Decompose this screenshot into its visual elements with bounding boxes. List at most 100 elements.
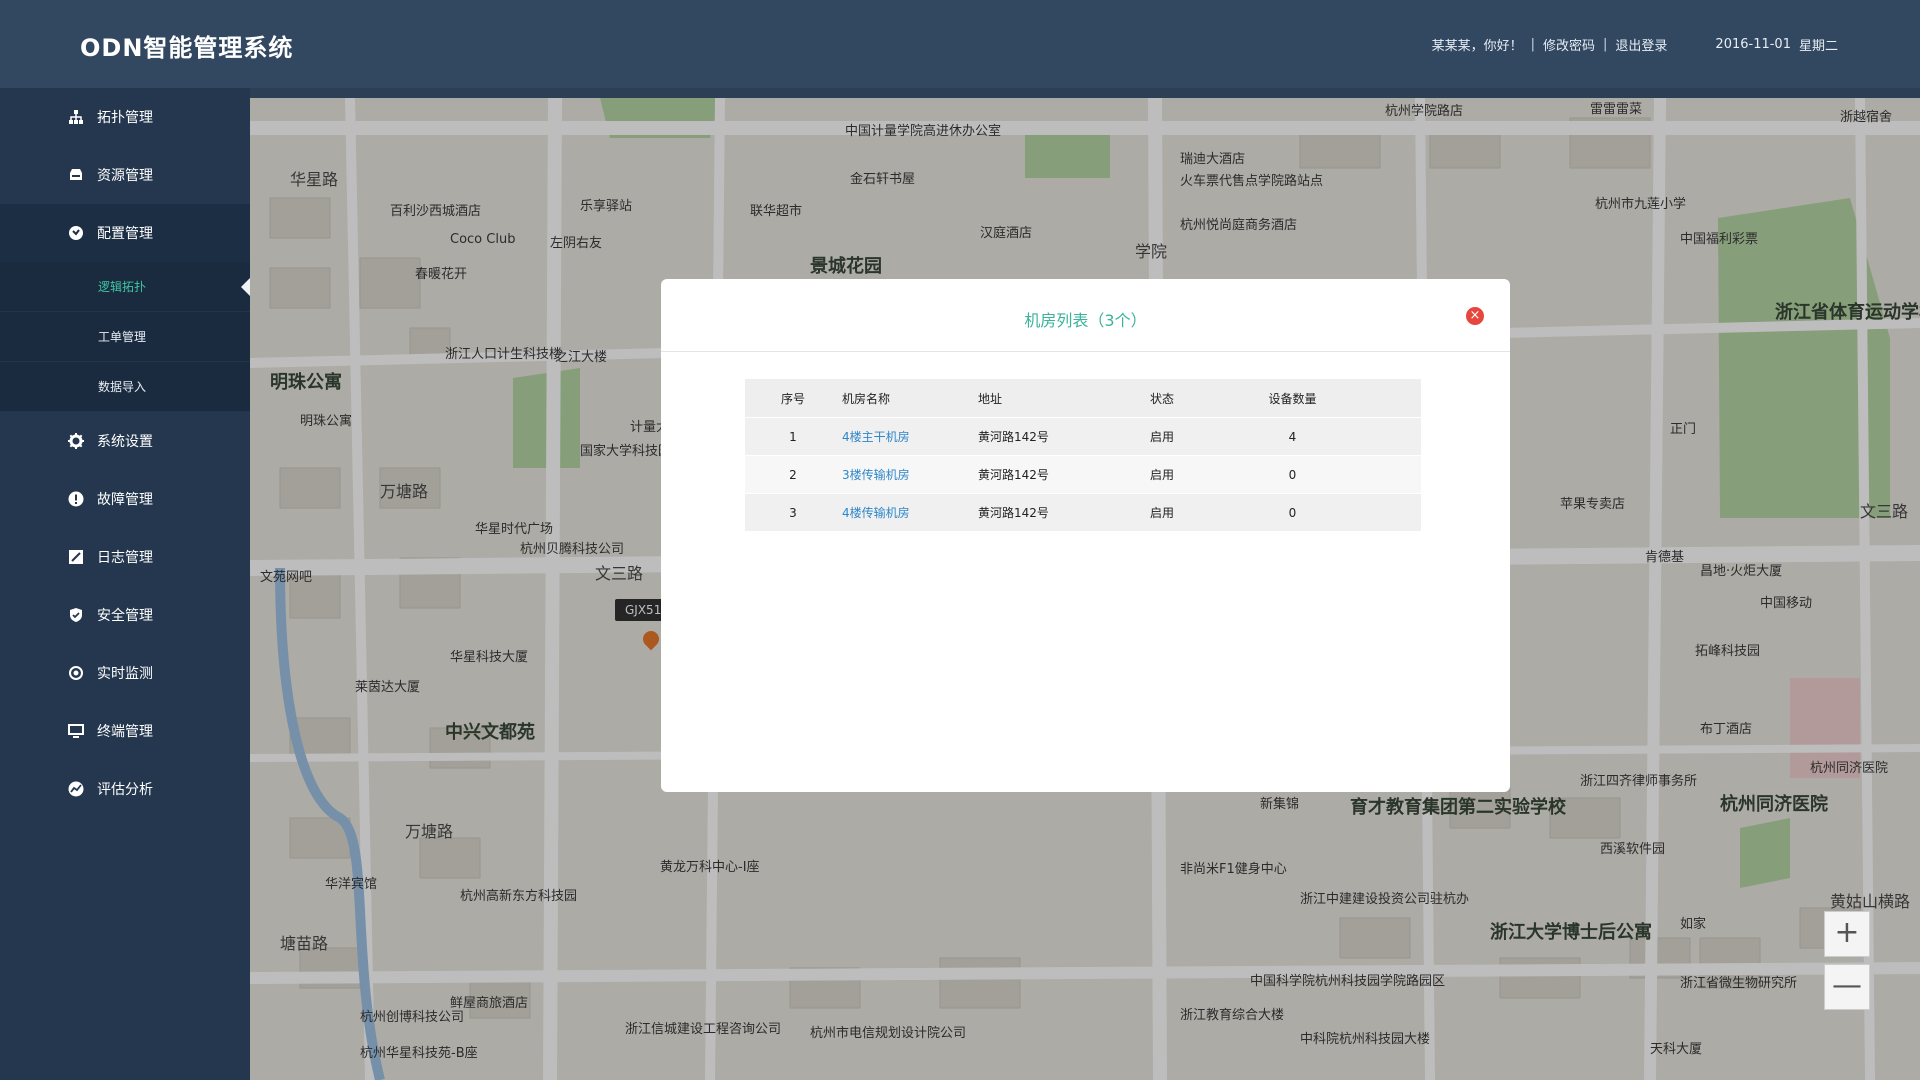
map-label: 杭州市电信规划设计院公司	[810, 1026, 967, 1041]
room-table: 序号 机房名称 地址 状态 设备数量 1 4楼主干机房 黄河路142号 启用 4…	[745, 379, 1421, 531]
sidebar-subitem-data-import[interactable]: 数据导入	[0, 362, 250, 412]
map-label: 正门	[1670, 422, 1697, 437]
map-label: 西溪软件园	[1600, 842, 1666, 857]
map-label: 非尚米F1健身中心	[1180, 862, 1287, 877]
map-label: 苹果专卖店	[1560, 497, 1626, 512]
room-name-link[interactable]: 4楼传输机房	[842, 506, 910, 520]
table-row[interactable]: 1 4楼主干机房 黄河路142号 启用 4	[745, 417, 1421, 456]
sidebar-item-terminal[interactable]: 终端管理	[0, 702, 250, 760]
column-header: 设备数量	[1223, 379, 1421, 418]
table-header-row: 序号 机房名称 地址 状态 设备数量	[745, 379, 1421, 418]
sidebar-item-config[interactable]: 配置管理	[0, 204, 250, 262]
map-label: 育才教育集团第二实验学校	[1350, 797, 1566, 818]
map-label: 浙江省体育运动学校	[1775, 302, 1920, 323]
zoom-out-button[interactable]: —	[1824, 964, 1870, 1010]
map-label: 雷雷雷菜	[1590, 102, 1643, 117]
sidebar-item-label: 日志管理	[97, 550, 153, 566]
row-index: 1	[745, 417, 841, 456]
app-title: ODN智能管理系统	[80, 34, 294, 62]
sidebar-subitem-work-order[interactable]: 工单管理	[0, 312, 250, 362]
map-label: 左阴右友	[550, 236, 603, 251]
room-name-link[interactable]: 4楼主干机房	[842, 430, 910, 444]
sidebar-item-security[interactable]: 安全管理	[0, 586, 250, 644]
map-label: 中国计量学院高进休办公室	[845, 124, 1002, 139]
sidebar: 拓扑管理 资源管理 配置管理 逻辑拓扑 工单管理 数据导入 系统设置 故障管理 …	[0, 88, 250, 1080]
map-label: 新集锦	[1260, 797, 1300, 812]
map-label: 万塘路	[405, 822, 454, 841]
table-row[interactable]: 3 4楼传输机房 黄河路142号 启用 0	[745, 493, 1421, 531]
map-label: 中国福利彩票	[1680, 232, 1759, 247]
room-name-link[interactable]: 3楼传输机房	[842, 468, 910, 482]
alert-icon	[68, 491, 84, 507]
sidebar-item-label: 终端管理	[97, 724, 153, 740]
map-label: 国家大学科技园	[580, 444, 672, 459]
row-address: 黄河路142号	[977, 417, 1149, 456]
user-bar: 某某某，你好！ | 修改密码 | 退出登录 2016-11-01 星期二	[1432, 35, 1838, 54]
sidebar-item-fault[interactable]: 故障管理	[0, 470, 250, 528]
map-label: 浙江教育综合大楼	[1180, 1008, 1285, 1023]
column-header: 序号	[745, 379, 841, 418]
map-label: 杭州高新东方科技园	[460, 889, 578, 904]
sidebar-subitem-logic-topology[interactable]: 逻辑拓扑	[0, 262, 250, 312]
sidebar-item-label: 配置管理	[97, 226, 153, 242]
map-label: 学院	[1135, 242, 1168, 261]
map-label: 肯德基	[1645, 550, 1685, 565]
greeting-text: 某某某，你好！	[1431, 39, 1523, 54]
map-label: 浙江四齐律师事务所	[1580, 774, 1698, 789]
map-label: 春暖花开	[415, 267, 468, 282]
map-label: 中国科学院杭州科技园学院路园区	[1250, 974, 1446, 989]
sidebar-item-realtime-monitor[interactable]: 实时监测	[0, 644, 250, 702]
sidebar-item-label: 实时监测	[97, 666, 153, 682]
sidebar-item-label: 评估分析	[97, 782, 153, 798]
map-label: 布丁酒店	[1700, 722, 1753, 737]
row-device-count: 4	[1223, 417, 1421, 456]
sidebar-item-label: 拓扑管理	[97, 110, 153, 126]
change-password-link[interactable]: 修改密码	[1543, 35, 1595, 54]
column-header: 机房名称	[841, 379, 977, 418]
close-icon[interactable]: ×	[1466, 307, 1484, 325]
resource-icon	[68, 167, 84, 183]
map-label: 杭州学院路店	[1385, 104, 1464, 119]
map-label: 华星时代广场	[475, 522, 554, 537]
gear-icon	[68, 433, 84, 449]
map-label: 华星科技大厦	[450, 650, 529, 665]
sidebar-item-analysis[interactable]: 评估分析	[0, 760, 250, 818]
logout-link[interactable]: 退出登录	[1615, 35, 1667, 54]
table-row[interactable]: 2 3楼传输机房 黄河路142号 启用 0	[745, 455, 1421, 494]
map-label: 黄龙万科中心-I座	[660, 860, 760, 875]
map-label: 明珠公寓	[270, 372, 342, 393]
top-header: ODN智能管理系统 某某某，你好！ | 修改密码 | 退出登录 2016-11-…	[0, 0, 1920, 88]
map-label: 杭州悦尚庭商务酒店	[1180, 218, 1298, 233]
map-label: 瑞迪大酒店	[1180, 152, 1246, 167]
map-label: Coco Club	[450, 232, 516, 247]
sidebar-item-system-settings[interactable]: 系统设置	[0, 412, 250, 470]
analysis-icon	[68, 781, 84, 797]
shield-icon	[68, 607, 84, 623]
sidebar-item-topology[interactable]: 拓扑管理	[0, 88, 250, 146]
map-label: 塘苗路	[280, 934, 329, 953]
map-label: 明珠公寓	[300, 414, 353, 429]
row-device-count: 0	[1223, 455, 1421, 494]
topology-icon	[68, 109, 84, 125]
map-label: 浙江中建建设投资公司驻杭办	[1300, 892, 1470, 907]
map-label: 文苑网吧	[260, 570, 313, 585]
map-label: 杭州贝腾科技公司	[520, 542, 625, 557]
map-label: 黄姑山横路	[1830, 892, 1911, 911]
row-address: 黄河路142号	[977, 455, 1149, 494]
separator: |	[1530, 37, 1535, 52]
sidebar-item-log[interactable]: 日志管理	[0, 528, 250, 586]
map-label: 杭州同济医院	[1720, 794, 1828, 815]
row-index: 3	[745, 493, 841, 531]
row-address: 黄河路142号	[977, 493, 1149, 531]
weekday-text: 星期二	[1798, 39, 1838, 54]
separator: |	[1603, 37, 1608, 52]
map-label: 浙越宿舍	[1840, 110, 1893, 125]
date-text: 2016-11-01	[1715, 37, 1791, 52]
map-label: 中兴文都苑	[445, 722, 535, 743]
zoom-in-button[interactable]: +	[1824, 911, 1870, 957]
sidebar-item-resource[interactable]: 资源管理	[0, 146, 250, 204]
map-label: 浙江大学博士后公寓	[1490, 922, 1652, 943]
map-label: 文三路	[1860, 502, 1909, 521]
map-label: 拓峰科技园	[1695, 644, 1761, 659]
map-label: 中国移动	[1760, 596, 1813, 611]
